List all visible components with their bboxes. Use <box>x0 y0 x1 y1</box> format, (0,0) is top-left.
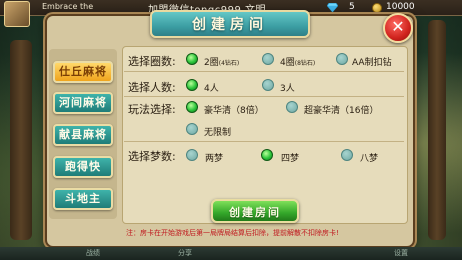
mode-label: 玩法选择: <box>128 103 176 116</box>
dialog-title: 创建房间 <box>192 17 268 33</box>
option-players-4[interactable]: 4人 <box>204 81 219 94</box>
nav-share[interactable]: 分享 <box>178 248 192 258</box>
create-room-button-label: 创建房间 <box>229 206 281 219</box>
option-dreams-4[interactable]: 四梦 <box>281 151 299 164</box>
option-cost: (8钻石) <box>294 60 316 67</box>
settings-panel <box>122 46 408 224</box>
row-divider <box>124 141 404 142</box>
close-button[interactable]: ✕ <box>383 13 413 43</box>
option-mode-super-luxury[interactable]: 超豪华清（16倍） <box>304 103 378 116</box>
radio-players-3[interactable] <box>262 79 274 91</box>
option-cost: (4钻石) <box>218 60 240 67</box>
option-players-3[interactable]: 3人 <box>280 81 295 94</box>
option-rounds-2[interactable]: 2圈(4钻石) <box>204 55 239 68</box>
option-rounds-aa[interactable]: AA制扣钻 <box>352 55 392 68</box>
tab-hejian-mahjong[interactable]: 河间麻将 <box>53 92 113 114</box>
avatar[interactable] <box>4 1 30 27</box>
dreams-label: 选择梦数: <box>128 150 176 163</box>
radio-rounds-4[interactable] <box>262 53 274 65</box>
bottom-nav-bar <box>0 247 462 260</box>
radio-rounds-2[interactable] <box>186 53 198 65</box>
room-card-notice: 注：房卡在开始游戏后第一局牌局结算后扣除，提前解散不扣除房卡! <box>126 229 339 237</box>
option-label: 4圈 <box>280 58 295 68</box>
radio-players-4[interactable] <box>186 79 198 91</box>
players-label: 选择人数: <box>128 81 176 94</box>
option-label: 2圈 <box>204 58 219 68</box>
option-mode-luxury[interactable]: 豪华清（8倍） <box>204 103 264 116</box>
radio-dreams-2[interactable] <box>186 149 198 161</box>
option-rounds-4[interactable]: 4圈(8钻石) <box>280 55 315 68</box>
tree-trunk-decoration <box>428 20 446 240</box>
tab-xianxian-mahjong[interactable]: 献县麻将 <box>53 124 113 146</box>
close-icon: ✕ <box>391 17 405 36</box>
nav-settings[interactable]: 设置 <box>394 248 408 258</box>
coin-count: 10000 <box>386 2 415 12</box>
tab-renqiu-mahjong[interactable]: 仕丘麻将 <box>53 61 113 83</box>
option-label: AA制扣钻 <box>352 58 392 68</box>
radio-mode-luxury[interactable] <box>186 101 198 113</box>
nav-record[interactable]: 战绩 <box>86 248 100 258</box>
rounds-label: 选择圈数: <box>128 55 176 68</box>
coin-icon <box>372 3 382 13</box>
tree-trunk-decoration <box>10 40 32 240</box>
create-room-button[interactable]: 创建房间 <box>211 199 299 223</box>
row-divider <box>124 96 404 97</box>
tab-paodekuai[interactable]: 跑得快 <box>53 156 113 178</box>
option-dreams-2[interactable]: 两梦 <box>205 151 223 164</box>
radio-mode-unlimited[interactable] <box>186 123 198 135</box>
player-name: Embrace the <box>42 2 94 11</box>
option-mode-unlimited[interactable]: 无限制 <box>204 125 231 138</box>
gem-count: 5 <box>349 2 355 12</box>
radio-rounds-aa[interactable] <box>336 53 348 65</box>
row-divider <box>124 71 404 72</box>
gem-icon <box>327 3 338 12</box>
option-dreams-8[interactable]: 八梦 <box>360 151 378 164</box>
tab-doudizhu[interactable]: 斗地主 <box>53 188 113 210</box>
radio-mode-super-luxury[interactable] <box>286 101 298 113</box>
radio-dreams-4[interactable] <box>261 149 273 161</box>
radio-dreams-8[interactable] <box>341 149 353 161</box>
